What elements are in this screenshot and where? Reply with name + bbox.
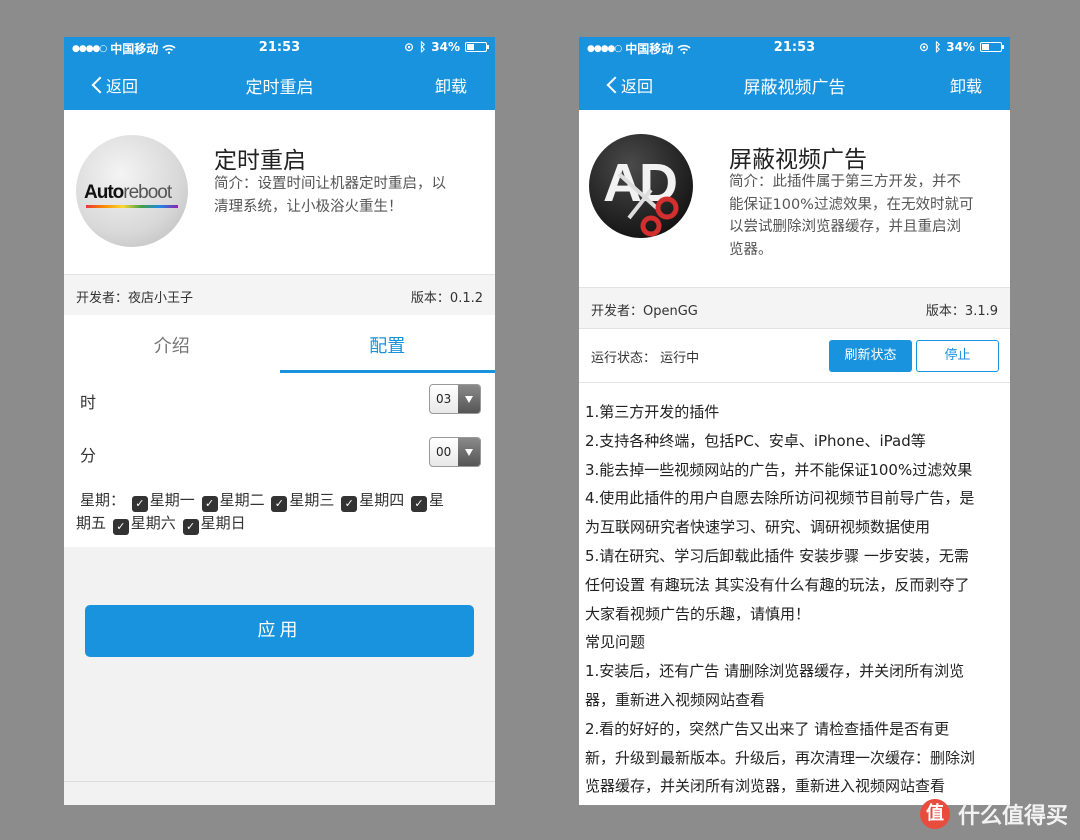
app-description: 简介：设置时间让机器定时重启，以 清理系统，让小极浴火重生！: [214, 173, 446, 219]
watermark: 值 什么值得买: [919, 798, 1068, 830]
uninstall-button[interactable]: 卸载: [950, 73, 982, 97]
rotation-lock-icon: ⊙: [404, 40, 415, 54]
battery-icon: [465, 42, 489, 52]
weekday-sunday: 星期日: [200, 514, 246, 532]
minute-select[interactable]: 00: [429, 437, 481, 467]
divider: [64, 781, 495, 782]
chevron-down-icon: [458, 438, 480, 466]
weekday-friday-part2: 期五: [76, 514, 107, 532]
weekday-tuesday: 星期二: [219, 491, 265, 509]
desc-line: 简介：设置时间让机器定时重启，以: [214, 176, 446, 192]
app-title: 定时重启: [214, 148, 306, 174]
tab-intro[interactable]: 介绍: [64, 315, 280, 373]
desc-paragraph: 2.看的好好的，突然广告又出来了 请检查插件是否有更: [585, 719, 950, 738]
desc-paragraph: 2.支持各种终端，包括PC、安卓、iPhone、iPad等: [585, 431, 926, 450]
rotation-lock-icon: ⊙: [919, 40, 930, 54]
weekday-label: 星期：: [80, 491, 126, 509]
right-phone-screen: ●●●●○ 中国移动 21:53 ⊙ ᛒ 34% 返回 屏蔽视频广告 卸载 AD…: [579, 37, 1010, 805]
hour-select[interactable]: 03: [429, 384, 481, 414]
page-title: 定时重启: [245, 78, 314, 98]
weekday-saturday: 星期六: [130, 514, 176, 532]
app-title: 屏蔽视频广告: [729, 147, 867, 173]
desc-paragraph: 1.第三方开发的插件: [585, 403, 720, 421]
weekday-thursday: 星期四: [359, 491, 405, 509]
minute-label: 分: [80, 446, 97, 465]
desc-paragraph: 大家看视频广告的乐趣，请慎用！: [585, 604, 811, 623]
config-footer-area: [64, 547, 495, 805]
chevron-down-icon: [458, 385, 480, 413]
scissors-icon: [617, 172, 679, 237]
battery-percent: 34%: [431, 40, 460, 54]
status-bar: ●●●●○ 中国移动 21:53 ⊙ ᛒ 34%: [579, 37, 1010, 59]
desc-paragraph: 4.使用此插件的用户自愿去除所访问视频节目前导广告，是: [585, 489, 975, 508]
watermark-badge: 值: [919, 799, 950, 829]
minute-value: 00: [436, 445, 452, 459]
hour-value: 03: [436, 392, 452, 406]
checkbox-tuesday[interactable]: ✓: [201, 496, 218, 512]
weekday-selector: 星期： ✓ 星期一 ✓ 星期二 ✓ 星期三 ✓ 星期四 ✓ 星 期五 ✓ 星期六 ✓ 星期日: [76, 489, 483, 535]
page-title: 屏蔽视频广告: [743, 78, 846, 98]
desc-paragraph: 常见问题: [585, 633, 646, 652]
nav-bar: 返回 屏蔽视频广告 卸载: [579, 59, 1010, 110]
desc-paragraph: 器，重新进入视频网站查看: [585, 690, 766, 709]
weekday-wednesday: 星期三: [289, 491, 335, 509]
icon-text-light: reboot: [123, 182, 172, 203]
checkbox-sunday[interactable]: ✓: [182, 519, 199, 535]
desc-paragraph: 5.请在研究、学习后卸载此插件 安装步骤 一步安装，无需: [585, 546, 969, 565]
version-label: 版本：3.1.9: [925, 304, 998, 319]
refresh-status-button[interactable]: 刷新状态: [829, 340, 912, 372]
desc-paragraph: 任何设置 有趣玩法 其实没有什么有趣的玩法，反而剥夺了: [585, 575, 970, 594]
desc-line: 清理系统，让小极浴火重生！: [214, 199, 403, 215]
checkbox-thursday[interactable]: ✓: [341, 496, 358, 512]
stop-button[interactable]: 停止: [916, 340, 999, 372]
weekday-friday-part1: 星: [428, 491, 444, 509]
plugin-description: 1.第三方开发的插件 2.支持各种终端，包括PC、安卓、iPhone、iPad等…: [585, 398, 1004, 801]
app-description: 简介：此插件属于第三方开发，并不 能保证100%过滤效果，在无效时就可 以尝试删…: [729, 171, 973, 261]
developer-row: 开发者：OpenGG 版本：3.1.9: [579, 287, 1010, 329]
icon-text-bold: Auto: [84, 182, 124, 203]
apply-button[interactable]: 应用: [85, 605, 474, 657]
desc-paragraph: 览器缓存，并关闭所有浏览器，重新进入视频网站查看: [585, 777, 946, 796]
rainbow-stripe: [86, 205, 178, 208]
desc-paragraph: 3.能去掉一些视频网站的广告，并不能保证100%过滤效果: [585, 460, 973, 479]
checkbox-monday[interactable]: ✓: [131, 496, 148, 512]
desc-paragraph: 1.安装后，还有广告 请删除浏览器缓存，并关闭所有浏览: [585, 662, 965, 681]
tab-bar: 介绍 配置: [64, 315, 495, 373]
nav-bar: 返回 定时重启 卸载: [64, 59, 495, 110]
desc-line: 能保证100%过滤效果，在无效时就可: [729, 196, 974, 213]
run-status-row: 运行状态： 运行中 刷新状态 停止: [579, 329, 1010, 383]
bluetooth-icon: ᛒ: [934, 40, 942, 54]
developer-row: 开发者：夜店小王子 版本：0.1.2: [64, 274, 495, 316]
run-status-label: 运行状态： 运行中: [591, 351, 700, 366]
developer-label: 开发者：OpenGG: [591, 304, 698, 319]
status-bar: ●●●●○ 中国移动 21:53 ⊙ ᛒ 34%: [64, 37, 495, 59]
desc-line: 以尝试删除浏览器缓存，并且重启浏: [729, 219, 961, 235]
watermark-text: 什么值得买: [957, 804, 1068, 829]
uninstall-button[interactable]: 卸载: [435, 73, 467, 97]
desc-paragraph: 新，升级到最新版本。升级后，再次清理一次缓存：删除浏: [585, 748, 976, 767]
desc-line: 简介：此插件属于第三方开发，并不: [729, 174, 961, 190]
tab-config[interactable]: 配置: [279, 315, 495, 373]
desc-paragraph: 为互联网研究者快速学习、研究、调研视频数据使用: [585, 518, 931, 537]
left-phone-screen: ●●●●○ 中国移动 21:53 ⊙ ᛒ 34% 返回 定时重启 卸载 Auto…: [64, 37, 495, 805]
hour-label: 时: [80, 393, 97, 412]
bluetooth-icon: ᛒ: [419, 40, 427, 54]
app-icon-ad-block: AD: [589, 134, 693, 238]
version-label: 版本：0.1.2: [410, 291, 483, 306]
battery-percent: 34%: [946, 40, 975, 54]
desc-line: 览器。: [729, 241, 773, 258]
checkbox-friday[interactable]: ✓: [410, 496, 427, 512]
developer-label: 开发者：夜店小王子: [76, 291, 194, 306]
app-icon-autoreboot: Autoreboot: [76, 135, 188, 247]
battery-icon: [980, 42, 1004, 52]
checkbox-saturday[interactable]: ✓: [112, 519, 129, 535]
checkbox-wednesday[interactable]: ✓: [271, 496, 288, 512]
weekday-monday: 星期一: [149, 491, 195, 509]
